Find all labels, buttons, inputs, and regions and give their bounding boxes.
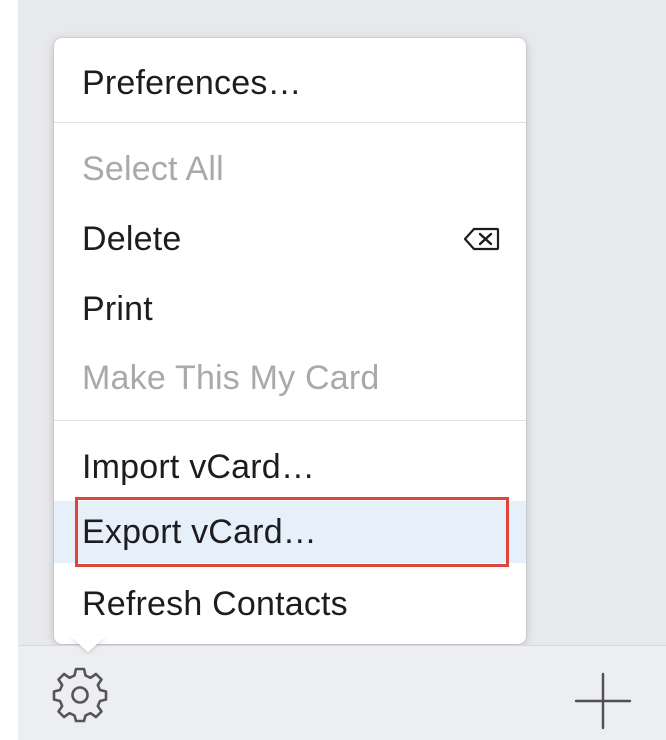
menu-item-preferences[interactable]: Preferences…	[54, 52, 526, 114]
menu-item-label: Delete	[82, 220, 182, 258]
menu-item-select-all[interactable]: Select All	[54, 138, 526, 200]
menu-item-refresh-contacts[interactable]: Refresh Contacts	[54, 573, 526, 635]
menu-separator	[54, 420, 526, 421]
menu-item-label: Make This My Card	[82, 359, 380, 397]
menu-item-print[interactable]: Print	[54, 278, 526, 340]
menu-item-delete[interactable]: Delete	[54, 208, 526, 270]
action-menu: Preferences… Select All Delete Print Mak…	[54, 38, 526, 644]
menu-item-label: Preferences…	[82, 64, 302, 102]
menu-item-make-this-my-card[interactable]: Make This My Card	[54, 347, 526, 409]
menu-item-label: Refresh Contacts	[82, 585, 348, 623]
gear-icon[interactable]	[50, 665, 110, 725]
plus-icon[interactable]	[572, 670, 634, 732]
menu-item-label: Import vCard…	[82, 448, 316, 486]
menu-pointer	[70, 636, 106, 652]
menu-item-label: Select All	[82, 150, 224, 188]
bottom-toolbar	[18, 645, 666, 740]
menu-item-label: Print	[82, 290, 153, 328]
menu-item-import-vcard[interactable]: Import vCard…	[54, 436, 526, 498]
delete-key-icon	[464, 227, 500, 251]
menu-separator	[54, 122, 526, 123]
menu-item-export-vcard[interactable]: Export vCard…	[54, 501, 526, 563]
menu-item-label: Export vCard…	[82, 513, 318, 551]
